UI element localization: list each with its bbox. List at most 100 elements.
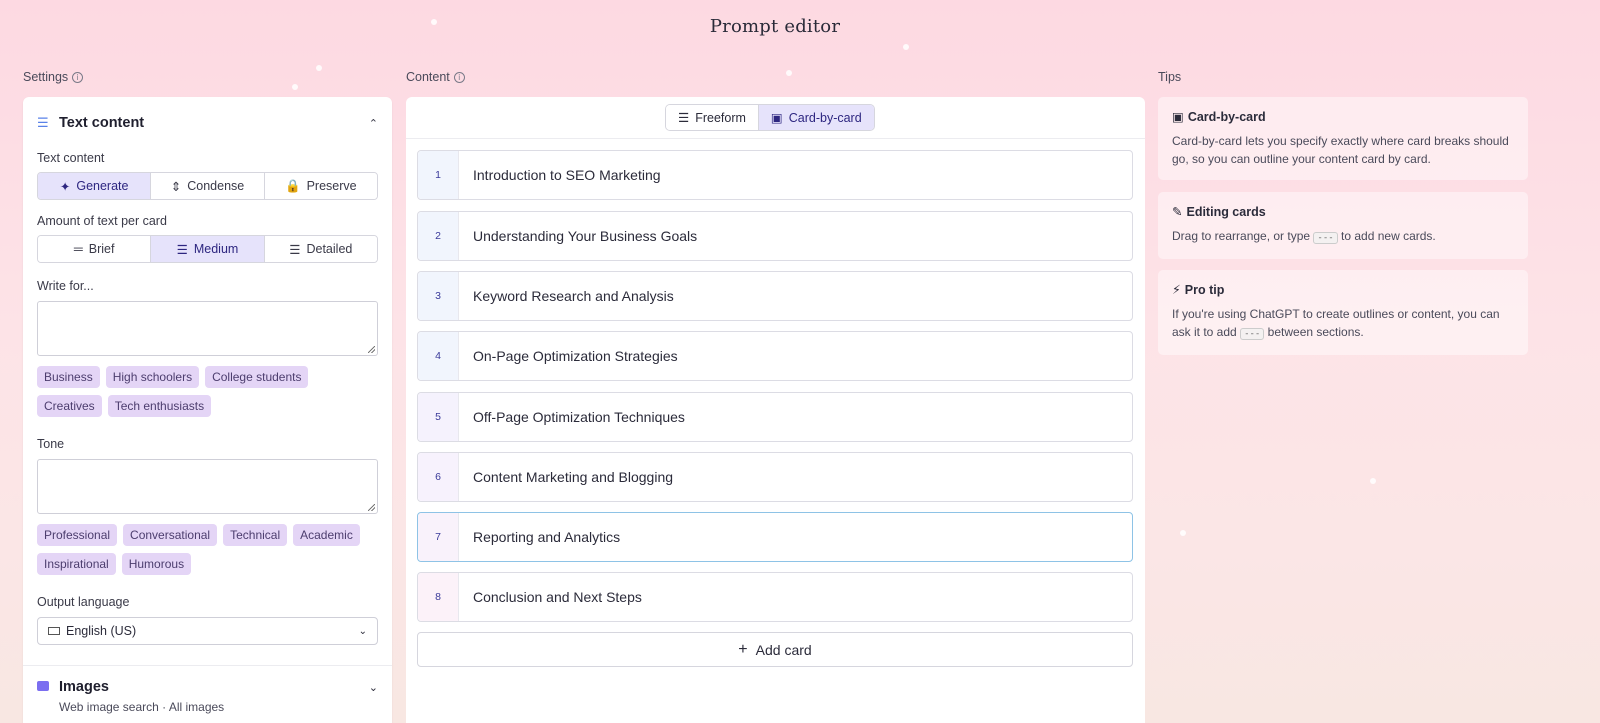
- sparkle-decoration: [1370, 478, 1376, 484]
- settings-column-label: Settings i: [23, 70, 84, 84]
- tone-chip[interactable]: Professional: [37, 524, 118, 546]
- text-content-section-header[interactable]: ☰ Text content ⌃: [23, 97, 392, 137]
- audience-chip[interactable]: College students: [205, 366, 309, 388]
- sparkle-icon: ✦: [59, 179, 71, 194]
- output-language-label: Output language: [37, 595, 130, 609]
- detailed-button[interactable]: ☰ Detailed: [264, 236, 377, 262]
- tone-textarea[interactable]: [37, 459, 378, 514]
- card-title[interactable]: Introduction to SEO Marketing: [459, 167, 661, 183]
- card-number: 2: [418, 212, 459, 260]
- outline-card[interactable]: 4 On-Page Optimization Strategies: [417, 331, 1133, 381]
- preserve-button[interactable]: 🔒 Preserve: [264, 173, 377, 199]
- add-card-button[interactable]: + Add card: [417, 632, 1133, 667]
- generate-button[interactable]: ✦ Generate: [38, 173, 152, 199]
- sparkle-decoration: [1180, 530, 1186, 536]
- card-title[interactable]: Keyword Research and Analysis: [459, 288, 674, 304]
- lock-icon: 🔒: [285, 178, 301, 193]
- images-subtitle: Web image search · All images: [59, 700, 225, 714]
- medium-button[interactable]: ☰ Medium: [151, 236, 265, 262]
- card-number: 1: [418, 151, 459, 199]
- medium-icon: ☰: [176, 242, 188, 257]
- outline-card[interactable]: 5 Off-Page Optimization Techniques: [417, 392, 1133, 442]
- chevron-down-icon: ⌄: [358, 625, 367, 637]
- write-for-textarea[interactable]: [37, 301, 378, 356]
- tip-body: Drag to rearrange, or type --- to add ne…: [1172, 227, 1514, 247]
- content-label: Content: [406, 70, 450, 84]
- audience-chip[interactable]: Business: [37, 366, 100, 388]
- condense-button[interactable]: ⇕ Condense: [151, 173, 265, 199]
- card-title[interactable]: Reporting and Analytics: [459, 529, 620, 545]
- tip-title: ⚡ Pro tip: [1172, 282, 1514, 298]
- freeform-icon: ☰: [678, 111, 690, 125]
- info-icon[interactable]: i: [72, 71, 84, 83]
- edit-icon: ✎: [1172, 205, 1183, 219]
- tip-title-text: Editing cards: [1186, 204, 1266, 219]
- audience-chip[interactable]: Tech enthusiasts: [107, 395, 212, 417]
- brief-button[interactable]: ═ Brief: [38, 236, 152, 262]
- tip-body-text: to add new cards.: [1341, 229, 1436, 243]
- outline-card[interactable]: 7 Reporting and Analytics: [417, 512, 1133, 562]
- card-number: 3: [418, 272, 459, 320]
- condense-icon: ⇕: [170, 179, 182, 194]
- tip-title: ▣ Card-by-card: [1172, 109, 1514, 125]
- images-section-header[interactable]: Images ⌄: [23, 666, 392, 696]
- outline-card[interactable]: 2 Understanding Your Business Goals: [417, 211, 1133, 261]
- tips-label: Tips: [1158, 70, 1182, 84]
- card-by-card-label: Card-by-card: [788, 110, 862, 125]
- tone-chip[interactable]: Technical: [223, 524, 288, 546]
- card-title[interactable]: Understanding Your Business Goals: [459, 228, 697, 244]
- content-divider: [406, 138, 1145, 139]
- tip-editing-cards: ✎ Editing cards Drag to rearrange, or ty…: [1158, 192, 1528, 259]
- write-for-label: Write for...: [37, 279, 94, 293]
- sparkle-decoration: [786, 70, 792, 76]
- outline-card[interactable]: 1 Introduction to SEO Marketing: [417, 150, 1133, 200]
- tip-body: Card-by-card lets you specify exactly wh…: [1172, 134, 1509, 166]
- detailed-icon: ☰: [289, 242, 301, 257]
- tone-chip[interactable]: Inspirational: [37, 553, 116, 575]
- output-language-select[interactable]: English (US) ⌄: [37, 617, 378, 645]
- audience-chip[interactable]: High schoolers: [105, 366, 200, 388]
- card-number: 5: [418, 393, 459, 441]
- card-title[interactable]: On-Page Optimization Strategies: [459, 348, 678, 364]
- tone-chip[interactable]: Humorous: [121, 553, 192, 575]
- freeform-label: Freeform: [695, 110, 746, 125]
- chevron-up-icon[interactable]: ⌃: [369, 117, 378, 130]
- tone-label: Tone: [37, 437, 65, 451]
- card-title[interactable]: Content Marketing and Blogging: [459, 469, 673, 485]
- info-icon[interactable]: i: [453, 71, 465, 83]
- plus-icon: +: [738, 640, 748, 658]
- tip-body-text: Drag to rearrange, or type: [1172, 229, 1311, 243]
- card-title[interactable]: Off-Page Optimization Techniques: [459, 409, 685, 425]
- card-number: 6: [418, 453, 459, 501]
- code-snippet: ---: [1313, 232, 1338, 244]
- content-column-label: Content i: [406, 70, 465, 84]
- chevron-down-icon[interactable]: ⌄: [369, 681, 378, 694]
- text-content-label: Text content: [37, 151, 105, 165]
- text-lines-icon: ☰: [37, 115, 49, 130]
- mode-toggle: ☰ Freeform ▣ Card-by-card: [665, 104, 875, 131]
- output-language-value: English (US): [66, 624, 137, 638]
- text-mode-selector: ✦ Generate ⇕ Condense 🔒 Preserve: [37, 172, 378, 200]
- tone-chip[interactable]: Conversational: [123, 524, 218, 546]
- text-content-title: Text content: [59, 115, 145, 131]
- tip-title-text: Card-by-card: [1187, 109, 1266, 124]
- content-panel: ☰ Freeform ▣ Card-by-card 1 Introduction…: [406, 97, 1145, 723]
- card-by-card-tab[interactable]: ▣ Card-by-card: [757, 105, 874, 130]
- preserve-label: Preserve: [306, 179, 357, 193]
- card-number: 7: [418, 513, 459, 561]
- audience-chip[interactable]: Creatives: [37, 395, 102, 417]
- card-title[interactable]: Conclusion and Next Steps: [459, 589, 642, 605]
- tone-chip[interactable]: Academic: [293, 524, 360, 546]
- lightning-icon: ⚡: [1172, 283, 1181, 297]
- outline-card[interactable]: 6 Content Marketing and Blogging: [417, 452, 1133, 502]
- tip-title: ✎ Editing cards: [1172, 204, 1514, 220]
- condense-label: Condense: [187, 179, 245, 193]
- freeform-tab[interactable]: ☰ Freeform: [666, 105, 758, 130]
- images-title: Images: [59, 679, 109, 695]
- brief-label: Brief: [88, 242, 115, 256]
- outline-card[interactable]: 8 Conclusion and Next Steps: [417, 572, 1133, 622]
- flag-icon: [48, 627, 60, 635]
- medium-label: Medium: [193, 242, 239, 256]
- sparkle-decoration: [903, 44, 909, 50]
- outline-card[interactable]: 3 Keyword Research and Analysis: [417, 271, 1133, 321]
